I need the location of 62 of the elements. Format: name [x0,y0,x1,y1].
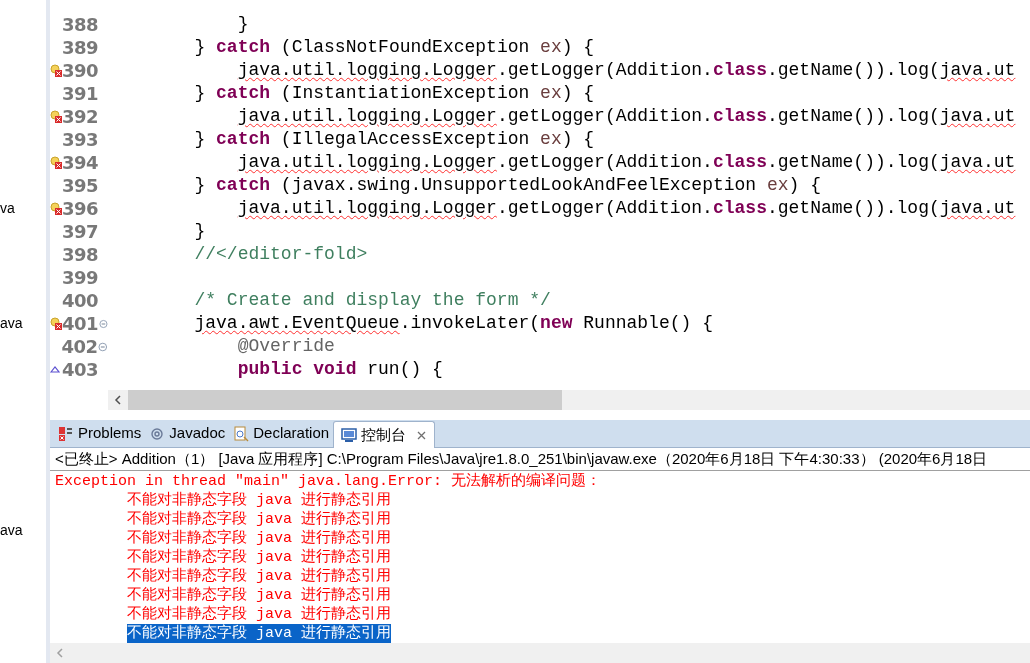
console-line: Exception in thread "main" java.lang.Error: 无法解析的编译问题： [55,472,602,491]
launch-info: <已终止> Addition（1） [Java 应用程序] C:\Program Files\Java\jre1.8.0_251\bin\javaw.exe（2020年6月18日 下午4:30:33） (2020年6月18日 [55,448,988,469]
line-number: 403 [62,358,99,381]
line-number: 393 [62,128,99,151]
console-line: 不能对非静态字段 java 进行静态引用 [127,491,391,510]
code-line: } catch (InstantiationException ex) { [193,82,596,105]
tree-item[interactable]: ava [0,314,46,332]
line-number: 399 [62,266,99,289]
error-bulb-icon [50,202,62,215]
code-line: java.util.logging.Logger.getLogger(Addition.class.getName()).log(java.ut [236,59,1017,82]
code-line: //</editor-fold> [193,243,369,266]
console-line: 不能对非静态字段 java 进行静态引用 [127,605,391,624]
panel-tab[interactable]: Problems [54,420,146,447]
scrollbar-thumb[interactable] [128,390,562,410]
tree-item[interactable]: va [0,199,46,217]
close-icon[interactable] [416,429,428,441]
console-line: 不能对非静态字段 java 进行静态引用 [127,567,391,586]
code-line: @Override [236,335,336,358]
error-bulb-icon [50,64,62,77]
panel-tab[interactable]: Declaration [229,420,334,447]
console-line: 不能对非静态字段 java 进行静态引用 [127,586,391,605]
line-number: 396 [62,197,99,220]
triangle-icon [50,365,60,374]
document-icon [233,425,250,442]
line-number: 394 [62,151,99,174]
monitor-icon [341,427,358,443]
panel-tab[interactable]: 控制台 [333,421,436,448]
collapse-icon[interactable] [99,318,108,329]
code-line: java.util.logging.Logger.getLogger(Addition.class.getName()).log(java.ut [236,197,1017,220]
code-line: } [236,13,250,36]
console-line: 不能对非静态字段 java 进行静态引用 [127,510,391,529]
line-number: 398 [62,243,99,266]
line-number: 395 [62,174,99,197]
console-line: 不能对非静态字段 java 进行静态引用 [127,548,391,567]
panel-tab[interactable]: Javadoc [145,420,230,447]
line-number: 390 [62,59,99,82]
code-line: } catch (ClassNotFoundException ex) { [193,36,596,59]
code-line: } catch (IllegalAccessException ex) { [193,128,596,151]
console-line: 不能对非静态字段 java 进行静态引用 [127,529,391,548]
line-number: 391 [62,82,99,105]
tree-item[interactable]: ava [0,521,46,539]
line-number: 401 [62,312,99,335]
error-bulb-icon [50,110,62,123]
collapse-icon[interactable] [98,341,108,352]
line-number: 400 [62,289,99,312]
error-bulb-icon [50,317,62,330]
error-bulb-icon [50,156,62,169]
line-number: 388 [62,13,99,36]
code-line: java.util.logging.Logger.getLogger(Addition.class.getName()).log(java.ut [236,151,1017,174]
line-number: 402 [61,335,98,358]
line-number: 389 [62,36,99,59]
line-number: 397 [62,220,99,243]
code-line: java.awt.EventQueue.invokeLater(new Runnable() { [193,312,714,335]
code-line: } [193,220,207,243]
chevron-left-icon[interactable] [56,648,64,658]
code-line: /* Create and display the form */ [193,289,552,312]
code-line: public void run() { [236,358,444,381]
code-line: java.util.logging.Logger.getLogger(Addition.class.getName()).log(java.ut [236,105,1017,128]
problems-icon [58,425,74,442]
chevron-left-icon [114,395,122,405]
code-line: } catch (javax.swing.UnsupportedLookAndFeelException ex) { [193,174,822,197]
line-number: 392 [62,105,99,128]
